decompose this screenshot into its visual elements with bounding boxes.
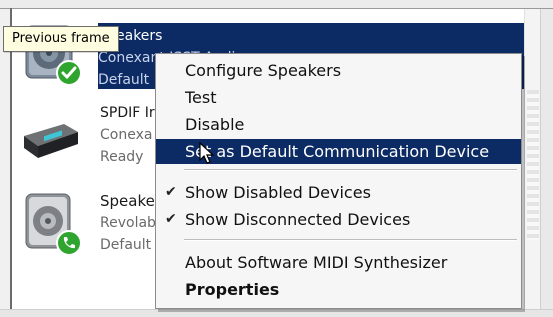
mouse-cursor-icon	[199, 141, 215, 166]
device-name: eakers	[116, 28, 163, 44]
menu-item-label: Show Disabled Devices	[185, 183, 371, 202]
menu-item-test[interactable]: Test	[156, 85, 521, 110]
menu-separator	[184, 169, 517, 171]
menu-item-show-disabled-devices[interactable]: ✔ Show Disabled Devices	[156, 180, 521, 205]
menu-item-properties[interactable]: Properties	[156, 277, 521, 302]
menu-item-show-disconnected-devices[interactable]: ✔ Show Disconnected Devices	[156, 207, 521, 232]
device-name: Speake	[100, 192, 155, 210]
checkmark-icon: ✔	[165, 211, 177, 227]
device-driver: Revolab	[100, 215, 156, 231]
menu-item-label: Show Disconnected Devices	[185, 210, 411, 229]
window-right-edge	[540, 9, 553, 309]
checkmark-icon: ✔	[165, 184, 177, 200]
receiver-device-icon	[20, 106, 84, 172]
speaker-icon	[20, 190, 84, 256]
menu-separator	[184, 239, 517, 241]
device-driver: Conexa	[100, 127, 153, 143]
phone-badge-icon	[56, 230, 82, 256]
scrollbar-thumb[interactable]	[527, 90, 539, 240]
menu-item-label: About Software MIDI Synthesizer	[185, 253, 448, 272]
device-status: Default	[100, 237, 152, 253]
menu-item-label: Disable	[185, 115, 245, 134]
menu-item-label: Properties	[185, 280, 280, 299]
menu-item-about-midi-synthesizer[interactable]: About Software MIDI Synthesizer	[156, 250, 521, 275]
menu-item-label: Configure Speakers	[185, 61, 342, 80]
menu-item-label: Test	[185, 88, 217, 107]
tooltip: Previous frame	[3, 26, 119, 52]
default-check-icon	[56, 60, 82, 86]
menu-item-label: Set as Default Communication Device	[185, 142, 490, 161]
context-menu: Configure Speakers Test Disable Set as D…	[155, 53, 522, 309]
menu-item-disable[interactable]: Disable	[156, 112, 521, 137]
menu-item-configure-speakers[interactable]: Configure Speakers	[156, 58, 521, 83]
device-status: Ready	[100, 149, 144, 165]
device-name: SPDIF Ir	[100, 105, 155, 121]
window-top-edge	[0, 0, 553, 9]
